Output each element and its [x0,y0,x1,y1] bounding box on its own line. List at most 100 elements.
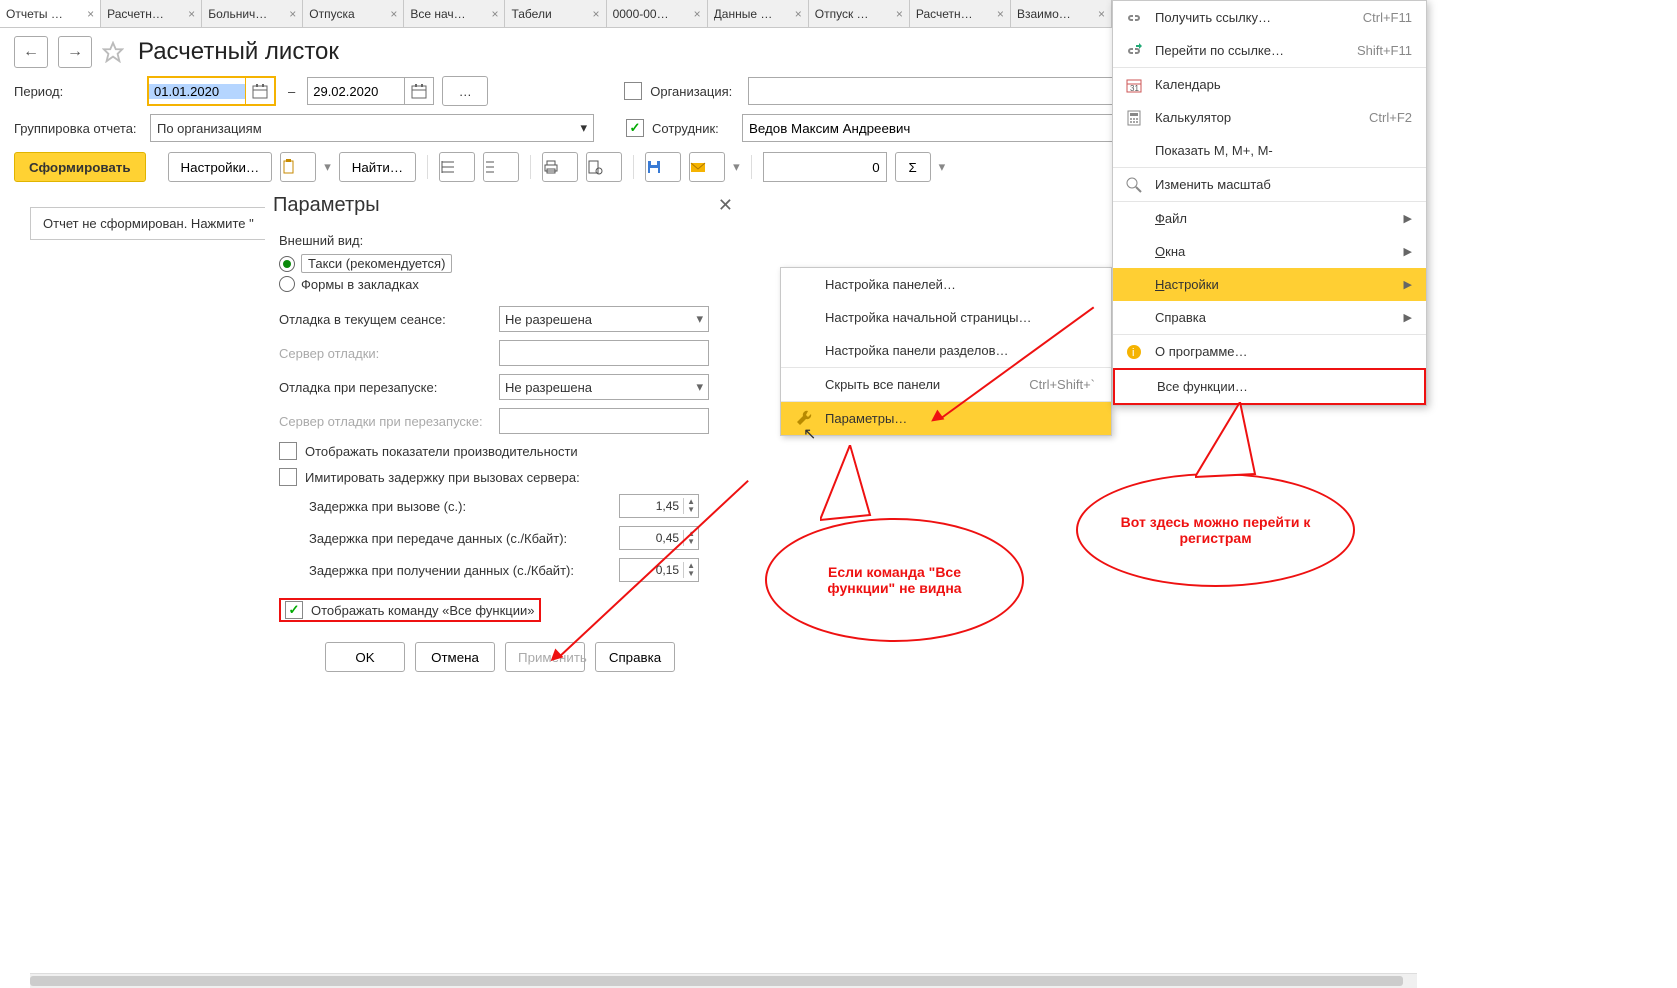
print-icon-button[interactable] [542,152,578,182]
date-from-field[interactable] [147,76,276,106]
collapse-tree-icon-button[interactable] [483,152,519,182]
calculator-icon [1125,109,1143,127]
form-report-button[interactable]: Сформировать [14,152,146,182]
chevron-right-icon: ▶ [1404,212,1412,225]
nav-back-button[interactable]: ← [14,36,48,68]
period-picker-button[interactable]: … [442,76,488,106]
help-button[interactable]: Справка [595,642,675,672]
tab[interactable]: Данные …× [708,0,809,27]
close-tab-icon[interactable]: × [795,7,802,21]
info-icon: i [1125,343,1143,361]
appearance-label: Внешний вид: [279,233,721,248]
menu-help[interactable]: Справка▶ [1113,301,1426,334]
tab[interactable]: Все нач…× [404,0,505,27]
radio-tabs[interactable]: Формы в закладках [279,276,721,292]
sum-number-input[interactable] [763,152,887,182]
tab[interactable]: Отпуска× [303,0,404,27]
close-tab-icon[interactable]: × [87,7,94,21]
menu-file[interactable]: ФФайлайл▶ [1113,201,1426,235]
close-tab-icon[interactable]: × [390,7,397,21]
grouping-select[interactable]: По организациям▾ [150,114,594,142]
shortcut-label: Shift+F11 [1357,43,1412,58]
horizontal-scrollbar[interactable] [30,973,1417,988]
dialog-title: Параметры [273,194,380,217]
debug-restart-select[interactable]: Не разрешена▾ [499,374,709,400]
calendar-icon[interactable] [404,78,433,104]
debug-server-input[interactable] [499,340,709,366]
employee-label: Сотрудник: [652,121,734,136]
parameters-dialog: Параметры ✕ Внешний вид: Такси (рекоменд… [265,190,735,676]
tab[interactable]: Расчетн…× [910,0,1011,27]
tab[interactable]: Взаимо…× [1011,0,1112,27]
org-checkbox[interactable] [624,82,642,100]
link-icon [1125,9,1143,27]
imitate-checkbox-row[interactable]: Имитировать задержку при вызовах сервера… [279,468,721,486]
menu-about[interactable]: i О программе… [1113,334,1426,368]
tab[interactable]: 0000-00…× [607,0,708,27]
close-tab-icon[interactable]: × [896,7,903,21]
zoom-icon [1125,176,1143,194]
expand-tree-icon-button[interactable] [439,152,475,182]
tab[interactable]: Отпуск …× [809,0,910,27]
favorite-star-icon[interactable] [102,41,124,63]
menu-calc[interactable]: КалькуляторCtrl+F2 [1113,101,1426,134]
org-label: Организация: [650,84,740,99]
close-tab-icon[interactable]: × [997,7,1004,21]
main-menu: Получить ссылку…Ctrl+F11 Перейти по ссыл… [1112,0,1427,406]
debug-session-select[interactable]: Не разрешена▾ [499,306,709,332]
sigma-button[interactable]: Σ [895,152,931,182]
find-button[interactable]: Найти… [339,152,416,182]
debug-server-restart-input[interactable] [499,408,709,434]
settings-submenu: Настройка панелей… Настройка начальной с… [780,267,1112,436]
delay-call-label: Задержка при вызове (с.): [309,499,619,514]
radio-taxi[interactable]: Такси (рекомендуется) [279,254,721,273]
submenu-hide-panels[interactable]: Скрыть все панелиCtrl+Shift+` [781,367,1111,401]
menu-show-m[interactable]: Показать M, M+, M- [1113,134,1426,167]
paste-icon-button[interactable] [280,152,316,182]
menu-windows[interactable]: Окна▶ [1113,235,1426,268]
shortcut-label: Ctrl+F11 [1363,10,1412,25]
close-tab-icon[interactable]: × [289,7,296,21]
close-tab-icon[interactable]: × [491,7,498,21]
show-all-functions-checkbox[interactable]: Отображать команду «Все функции» [279,598,541,622]
close-tab-icon[interactable]: × [1098,7,1105,21]
submenu-panels[interactable]: Настройка панелей… [781,268,1111,301]
tab[interactable]: Отчеты …× [0,0,101,27]
submenu-parameters[interactable]: Параметры… [781,401,1111,435]
link-go-icon [1125,42,1143,60]
chevron-down-icon: ▾ [696,379,703,395]
date-to-input[interactable] [308,84,404,99]
wrench-icon [795,409,813,427]
tab-bar: Отчеты …× Расчетн…× Больнич…× Отпуска× В… [0,0,1112,28]
tab[interactable]: Расчетн…× [101,0,202,27]
menu-settings[interactable]: Настройки▶ [1113,268,1426,301]
menu-calendar[interactable]: 31 Календарь [1113,67,1426,101]
menu-zoom[interactable]: Изменить масштаб [1113,167,1426,201]
debug-restart-label: Отладка при перезапуске: [279,374,489,400]
employee-checkbox[interactable] [626,119,644,137]
perf-checkbox-row[interactable]: Отображать показатели производительности [279,442,721,460]
settings-button[interactable]: Настройки… [168,152,273,182]
date-to-field[interactable] [307,77,434,105]
callout-tail-mask [824,449,876,521]
calendar-icon[interactable] [245,78,274,104]
cancel-button[interactable]: Отмена [415,642,495,672]
save-icon-button[interactable] [645,152,681,182]
ok-button[interactable]: OK [325,642,405,672]
delay-call-input[interactable]: 1,45▲▼ [619,494,699,518]
close-tab-icon[interactable]: × [188,7,195,21]
menu-get-link[interactable]: Получить ссылку…Ctrl+F11 [1113,1,1426,34]
preview-icon-button[interactable] [586,152,622,182]
menu-all-functions[interactable]: Все функции… [1113,368,1426,405]
date-from-input[interactable] [149,84,245,99]
dialog-close-icon[interactable]: ✕ [718,195,733,216]
close-tab-icon[interactable]: × [694,7,701,21]
tab[interactable]: Больнич…× [202,0,303,27]
nav-forward-button[interactable]: → [58,36,92,68]
submenu-sections[interactable]: Настройка панели разделов… [781,334,1111,367]
period-dash: – [288,84,295,99]
tab[interactable]: Табели× [505,0,606,27]
menu-go-link[interactable]: Перейти по ссылке…Shift+F11 [1113,34,1426,67]
send-icon-button[interactable] [689,152,725,182]
close-tab-icon[interactable]: × [593,7,600,21]
